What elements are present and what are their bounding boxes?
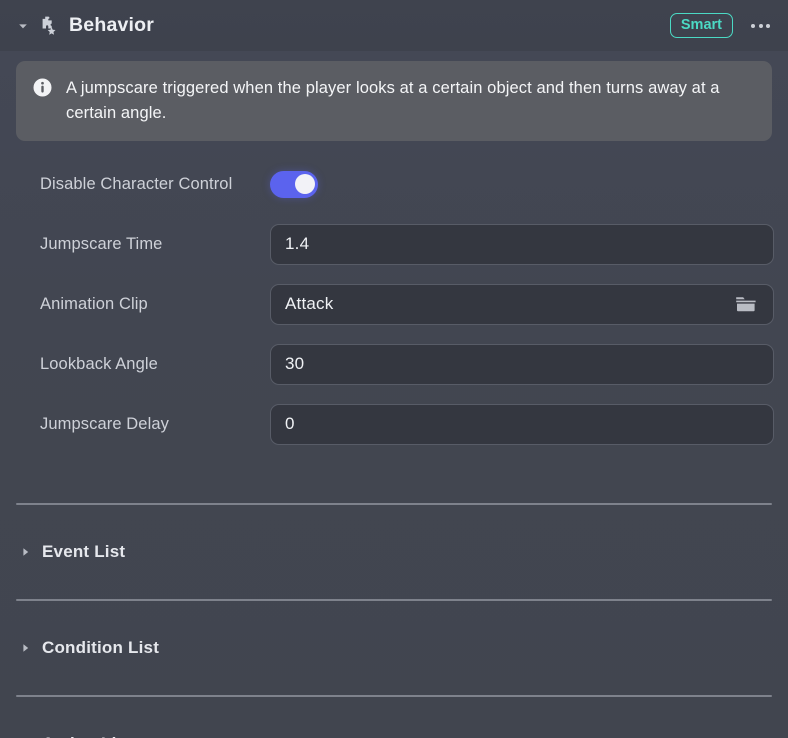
input-value: 30 <box>285 354 304 374</box>
more-horizontal-icon[interactable] <box>749 18 772 34</box>
field-control: Attack <box>270 284 774 325</box>
smart-badge[interactable]: Smart <box>670 13 733 39</box>
info-banner: A jumpscare triggered when the player lo… <box>16 61 772 141</box>
jumpscare-delay-input[interactable]: 0 <box>270 404 774 445</box>
folder-open-icon[interactable] <box>733 293 759 315</box>
section-title: Condition List <box>42 638 159 658</box>
section-title: Action List <box>42 734 132 738</box>
info-circle-icon <box>33 78 53 98</box>
behavior-panel: Behavior Smart A jumpscare triggered whe… <box>0 0 788 738</box>
field-row-lookback-angle: Lookback Angle 30 <box>0 334 788 394</box>
field-label: Jumpscare Time <box>40 235 270 254</box>
panel-body: A jumpscare triggered when the player lo… <box>0 51 788 738</box>
input-value: 1.4 <box>285 234 309 254</box>
field-row-jumpscare-time: Jumpscare Time 1.4 <box>0 214 788 274</box>
field-label: Lookback Angle <box>40 355 270 374</box>
section-header-action-list[interactable]: Action List <box>0 697 788 738</box>
chevron-right-icon <box>18 544 34 560</box>
header-actions: Smart <box>670 13 772 39</box>
collapsible-sections: Event List Condition List Action L <box>0 503 788 738</box>
field-label: Animation Clip <box>40 295 270 314</box>
jumpscare-time-input[interactable]: 1.4 <box>270 224 774 265</box>
section-header-condition-list[interactable]: Condition List <box>0 601 788 695</box>
field-row-jumpscare-delay: Jumpscare Delay 0 <box>0 394 788 454</box>
chevron-down-icon[interactable] <box>14 17 32 35</box>
toggle-knob <box>295 174 315 194</box>
lookback-angle-input[interactable]: 30 <box>270 344 774 385</box>
field-row-animation-clip: Animation Clip Attack <box>0 274 788 334</box>
field-label: Disable Character Control <box>40 175 270 194</box>
info-banner-text: A jumpscare triggered when the player lo… <box>66 76 754 126</box>
field-label: Jumpscare Delay <box>40 415 270 434</box>
field-list: Disable Character Control Jumpscare Time… <box>0 154 788 454</box>
input-value: Attack <box>285 294 333 314</box>
section-header-event-list[interactable]: Event List <box>0 505 788 599</box>
page-title: Behavior <box>69 14 154 37</box>
panel-header: Behavior Smart <box>0 0 788 51</box>
animation-clip-input[interactable]: Attack <box>270 284 774 325</box>
puzzle-star-icon <box>36 14 60 38</box>
section-title: Event List <box>42 542 125 562</box>
disable-character-control-toggle[interactable] <box>270 171 318 198</box>
chevron-right-icon <box>18 640 34 656</box>
field-row-disable-character-control: Disable Character Control <box>0 154 788 214</box>
field-control <box>270 171 772 198</box>
field-control: 30 <box>270 344 774 385</box>
input-value: 0 <box>285 414 295 434</box>
field-control: 1.4 <box>270 224 774 265</box>
field-control: 0 <box>270 404 774 445</box>
